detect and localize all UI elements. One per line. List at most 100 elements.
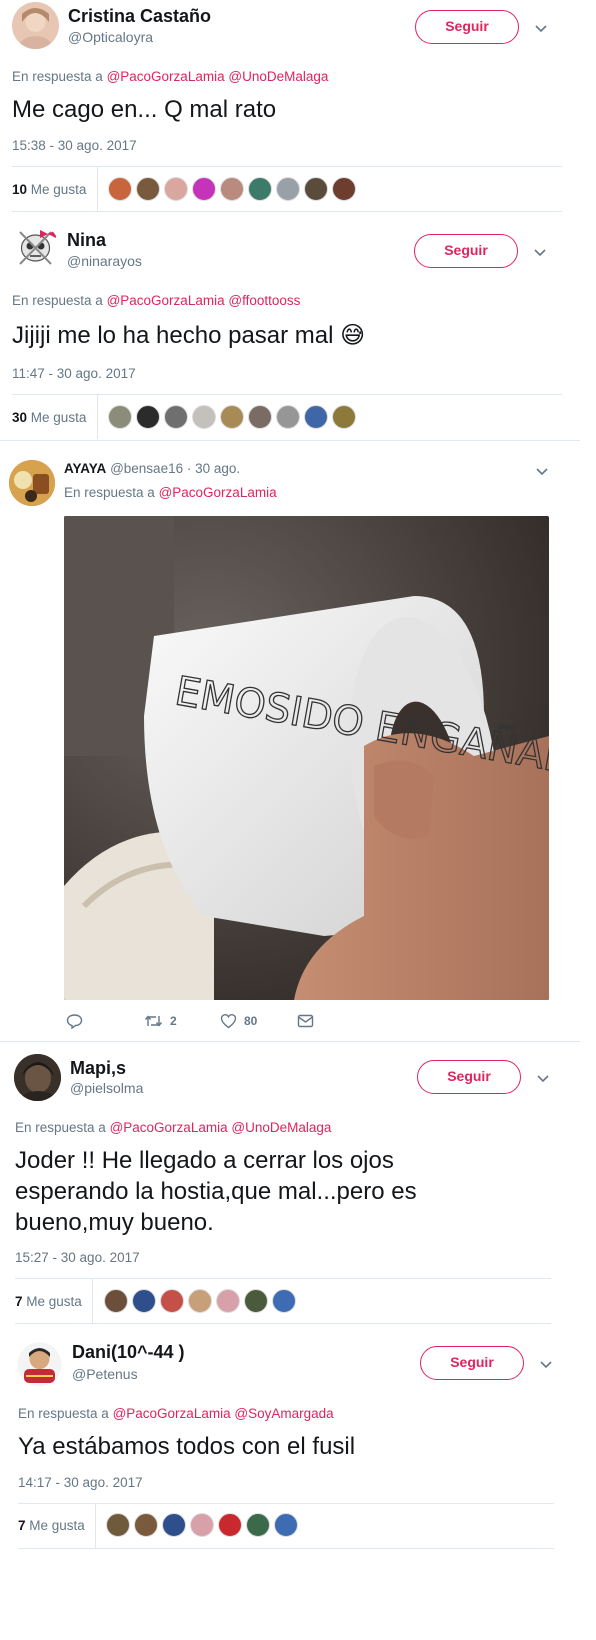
liker-avatar[interactable] xyxy=(246,1513,270,1537)
avatar[interactable] xyxy=(12,2,59,49)
liker-avatar[interactable] xyxy=(188,1289,212,1313)
user-handle[interactable]: @bensae16 xyxy=(110,461,183,476)
liker-avatar[interactable] xyxy=(220,177,244,201)
liker-avatar[interactable] xyxy=(136,177,160,201)
user-handle[interactable]: @pielsolma xyxy=(70,1080,143,1096)
user-handle[interactable]: @Petenus xyxy=(72,1366,138,1382)
liker-avatar[interactable] xyxy=(132,1289,156,1313)
likes-count[interactable]: 7 Me gusta xyxy=(18,1518,85,1533)
liker-avatar[interactable] xyxy=(220,405,244,429)
divider xyxy=(0,1041,580,1042)
mention-link[interactable]: @PacoGorzaLamia xyxy=(107,69,225,84)
mention-link[interactable]: @PacoGorzaLamia xyxy=(107,293,225,308)
retweet-action[interactable]: 2 xyxy=(144,1013,177,1029)
liker-avatar[interactable] xyxy=(274,1513,298,1537)
likers-list xyxy=(106,1513,302,1537)
timestamp[interactable]: 14:17 - 30 ago. 2017 xyxy=(18,1475,143,1490)
mention-link[interactable]: @UnoDeMalaga xyxy=(228,69,328,84)
toilet-paper-photo: EMOSIDO ENGAÑADO xyxy=(64,516,549,1000)
liker-avatar[interactable] xyxy=(134,1513,158,1537)
reply-action[interactable] xyxy=(66,1013,90,1029)
mention-link[interactable]: @SoyAmargada xyxy=(234,1406,333,1421)
liker-avatar[interactable] xyxy=(244,1289,268,1313)
liker-avatar[interactable] xyxy=(106,1513,130,1537)
message-action[interactable] xyxy=(297,1014,321,1028)
likers-list xyxy=(108,177,360,201)
liker-avatar[interactable] xyxy=(190,1513,214,1537)
reply-tweet-4: Mapi,s @pielsolma Seguir En respuesta a … xyxy=(0,1052,580,1332)
likes-count[interactable]: 30 Me gusta xyxy=(12,410,86,425)
chevron-down-icon[interactable] xyxy=(533,20,549,36)
like-action[interactable]: 80 xyxy=(220,1013,257,1029)
tweet-text: Ya estábamos todos con el fusil xyxy=(18,1433,356,1460)
reply-prefix: En respuesta a xyxy=(64,485,155,500)
follow-button[interactable]: Seguir xyxy=(417,1060,521,1094)
liker-avatar[interactable] xyxy=(192,177,216,201)
divider xyxy=(95,1504,96,1548)
liker-avatar[interactable] xyxy=(304,405,328,429)
divider xyxy=(18,1548,554,1549)
envelope-icon xyxy=(297,1014,314,1028)
liker-avatar[interactable] xyxy=(108,177,132,201)
liker-avatar[interactable] xyxy=(104,1289,128,1313)
liker-avatar[interactable] xyxy=(248,177,272,201)
avatar[interactable] xyxy=(12,224,59,271)
liker-avatar[interactable] xyxy=(332,405,356,429)
chevron-down-icon[interactable] xyxy=(534,463,550,479)
display-name[interactable]: Cristina Castaño xyxy=(68,6,211,27)
liker-avatar[interactable] xyxy=(164,177,188,201)
liker-avatar[interactable] xyxy=(192,405,216,429)
follow-button[interactable]: Seguir xyxy=(415,10,519,44)
follow-button[interactable]: Seguir xyxy=(414,234,518,268)
mention-link[interactable]: @ffoottooss xyxy=(228,293,300,308)
mention-link[interactable]: @PacoGorzaLamia xyxy=(113,1406,231,1421)
avatar[interactable] xyxy=(9,460,55,506)
chevron-down-icon[interactable] xyxy=(532,244,548,260)
timestamp[interactable]: 15:38 - 30 ago. 2017 xyxy=(12,138,137,153)
liker-avatar[interactable] xyxy=(332,177,356,201)
liker-avatar[interactable] xyxy=(108,405,132,429)
liker-avatar[interactable] xyxy=(272,1289,296,1313)
reply-prefix: En respuesta a xyxy=(15,1120,106,1135)
chevron-down-icon[interactable] xyxy=(535,1070,551,1086)
display-name[interactable]: Mapi,s xyxy=(70,1058,126,1079)
mention-link[interactable]: @UnoDeMalaga xyxy=(231,1120,331,1135)
liker-avatar[interactable] xyxy=(160,1289,184,1313)
divider xyxy=(12,166,562,167)
tweet-text: Me cago en... Q mal rato xyxy=(12,96,277,123)
liker-avatar[interactable] xyxy=(248,405,272,429)
user-handle[interactable]: @Opticaloyra xyxy=(68,29,153,45)
chevron-down-icon[interactable] xyxy=(538,1356,554,1372)
liker-avatar[interactable] xyxy=(162,1513,186,1537)
display-name[interactable]: AYAYA xyxy=(64,461,106,476)
liker-avatar[interactable] xyxy=(304,177,328,201)
avatar[interactable] xyxy=(14,1054,61,1101)
liker-avatar[interactable] xyxy=(164,405,188,429)
tweet-text: Joder !! He llegado a cerrar los ojos es… xyxy=(15,1147,417,1236)
avatar[interactable] xyxy=(16,1341,63,1388)
divider xyxy=(15,1278,551,1279)
liker-avatar[interactable] xyxy=(218,1513,242,1537)
display-name[interactable]: Dani(10^-44 ) xyxy=(72,1342,185,1363)
likes-count[interactable]: 10 Me gusta xyxy=(12,182,86,197)
user-handle[interactable]: @ninarayos xyxy=(67,253,142,269)
mention-link[interactable]: @PacoGorzaLamia xyxy=(159,485,277,500)
display-name[interactable]: Nina xyxy=(67,230,106,251)
retweet-count: 2 xyxy=(170,1014,177,1028)
reply-context: En respuesta a @PacoGorzaLamia @UnoDeMal… xyxy=(12,69,328,84)
likers-list xyxy=(104,1289,300,1313)
timestamp[interactable]: 11:47 - 30 ago. 2017 xyxy=(12,366,136,381)
follow-button[interactable]: Seguir xyxy=(420,1346,524,1380)
reply-context: En respuesta a @PacoGorzaLamia @SoyAmarg… xyxy=(18,1406,334,1421)
tweet-photo[interactable]: EMOSIDO ENGAÑADO xyxy=(64,516,549,1000)
likes-count[interactable]: 7 Me gusta xyxy=(15,1294,82,1309)
mention-link[interactable]: @PacoGorzaLamia xyxy=(110,1120,228,1135)
liker-avatar[interactable] xyxy=(276,405,300,429)
liker-avatar[interactable] xyxy=(276,177,300,201)
timestamp[interactable]: 15:27 - 30 ago. 2017 xyxy=(15,1250,140,1265)
liker-avatar[interactable] xyxy=(136,405,160,429)
reply-prefix: En respuesta a xyxy=(12,293,103,308)
tweet-date[interactable]: · 30 ago. xyxy=(187,461,240,476)
sweat-smile-emoji-icon: 😅 xyxy=(340,321,366,349)
liker-avatar[interactable] xyxy=(216,1289,240,1313)
